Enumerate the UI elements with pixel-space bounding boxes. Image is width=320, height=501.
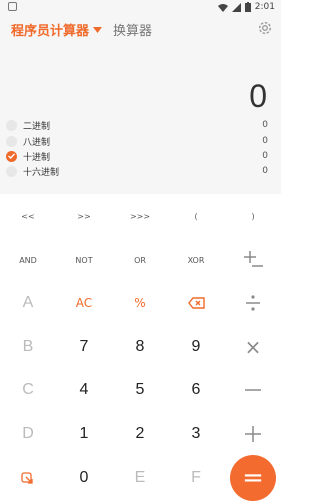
or-button[interactable]: OR bbox=[112, 240, 168, 280]
shift-right-button[interactable]: >> bbox=[56, 196, 112, 236]
hex-e-button[interactable]: E bbox=[112, 458, 168, 498]
digit-6-button[interactable]: 6 bbox=[168, 370, 224, 410]
tab-programmer-label: 程序员计算器 bbox=[11, 24, 90, 39]
shift-left-button[interactable]: << bbox=[0, 196, 56, 236]
battery-icon bbox=[244, 2, 251, 12]
radio-octal[interactable] bbox=[6, 135, 17, 147]
digit-5-button[interactable]: 5 bbox=[112, 370, 168, 410]
minus-button[interactable] bbox=[225, 370, 281, 410]
checkmark-icon bbox=[8, 153, 15, 159]
all-clear-button[interactable]: AC bbox=[56, 283, 112, 323]
equals-button[interactable]: = bbox=[230, 455, 276, 501]
hex-c-button[interactable]: C bbox=[0, 370, 56, 410]
xor-button[interactable]: XOR bbox=[168, 240, 224, 280]
swap-mode-button[interactable] bbox=[0, 458, 56, 498]
digit-4-button[interactable]: 4 bbox=[56, 370, 112, 410]
base-value-decimal: 0 bbox=[262, 151, 268, 161]
plus-button[interactable] bbox=[225, 414, 281, 454]
app-header: 程序员计算器 换算器 bbox=[0, 14, 281, 44]
hex-b-button[interactable]: B bbox=[0, 327, 56, 367]
base-label-binary: 二进制 bbox=[23, 121, 51, 132]
percent-button[interactable]: % bbox=[112, 283, 168, 323]
multiply-button[interactable]: × bbox=[225, 327, 281, 367]
not-button[interactable]: NOT bbox=[56, 240, 112, 280]
hex-a-button[interactable]: A bbox=[0, 283, 56, 323]
base-label-octal: 八进制 bbox=[23, 137, 51, 148]
result-value: 0 bbox=[249, 78, 267, 114]
display-panel: 0 二进制 0 八进制 0 十进制 0 十六进制 0 bbox=[0, 44, 281, 194]
base-row-hex[interactable]: 十六进制 0 bbox=[6, 164, 268, 178]
divide-icon bbox=[246, 295, 260, 311]
swap-mode-icon bbox=[21, 472, 33, 484]
base-row-binary[interactable]: 二进制 0 bbox=[6, 118, 268, 132]
digit-7-button[interactable]: 7 bbox=[56, 327, 112, 367]
plus-icon bbox=[245, 426, 261, 442]
tab-programmer-calculator[interactable]: 程序员计算器 bbox=[11, 20, 103, 39]
minus-icon bbox=[245, 389, 261, 391]
digit-8-button[interactable]: 8 bbox=[112, 327, 168, 367]
digit-9-button[interactable]: 9 bbox=[168, 327, 224, 367]
digit-2-button[interactable]: 2 bbox=[112, 414, 168, 454]
hex-f-button[interactable]: F bbox=[168, 458, 224, 498]
and-button[interactable]: AND bbox=[0, 240, 56, 280]
notification-icon bbox=[8, 2, 17, 11]
unsigned-shift-right-button[interactable]: >>> bbox=[112, 196, 168, 236]
base-label-hex: 十六进制 bbox=[23, 167, 60, 178]
status-time: 2:01 bbox=[254, 2, 275, 12]
dropdown-arrow-icon bbox=[93, 26, 103, 33]
tab-converter[interactable]: 换算器 bbox=[113, 20, 152, 39]
settings-gear-icon[interactable] bbox=[257, 20, 273, 36]
base-row-octal[interactable]: 八进制 0 bbox=[6, 134, 268, 148]
plus-minus-icon bbox=[244, 251, 263, 267]
base-label-decimal: 十进制 bbox=[23, 152, 51, 163]
radio-hex[interactable] bbox=[6, 165, 17, 177]
plus-minus-button[interactable] bbox=[225, 240, 281, 280]
base-row-decimal[interactable]: 十进制 0 bbox=[6, 149, 268, 163]
digit-0-button[interactable]: 0 bbox=[56, 458, 112, 498]
signal-icon bbox=[231, 2, 241, 12]
left-paren-button[interactable]: ( bbox=[168, 196, 224, 236]
hex-d-button[interactable]: D bbox=[0, 414, 56, 454]
digit-3-button[interactable]: 3 bbox=[168, 414, 224, 454]
base-value-binary: 0 bbox=[262, 120, 268, 130]
backspace-icon bbox=[187, 297, 205, 309]
base-value-octal: 0 bbox=[262, 136, 268, 146]
radio-binary[interactable] bbox=[6, 119, 17, 131]
radio-decimal-checked[interactable] bbox=[6, 150, 17, 162]
status-bar: 2:01 bbox=[0, 0, 281, 14]
wifi-icon bbox=[217, 3, 228, 12]
right-paren-button[interactable]: ) bbox=[225, 196, 281, 236]
digit-1-button[interactable]: 1 bbox=[56, 414, 112, 454]
base-value-hex: 0 bbox=[262, 166, 268, 176]
status-icons: 2:01 bbox=[217, 1, 275, 13]
backspace-button[interactable] bbox=[168, 283, 224, 323]
divide-button[interactable] bbox=[225, 283, 281, 323]
